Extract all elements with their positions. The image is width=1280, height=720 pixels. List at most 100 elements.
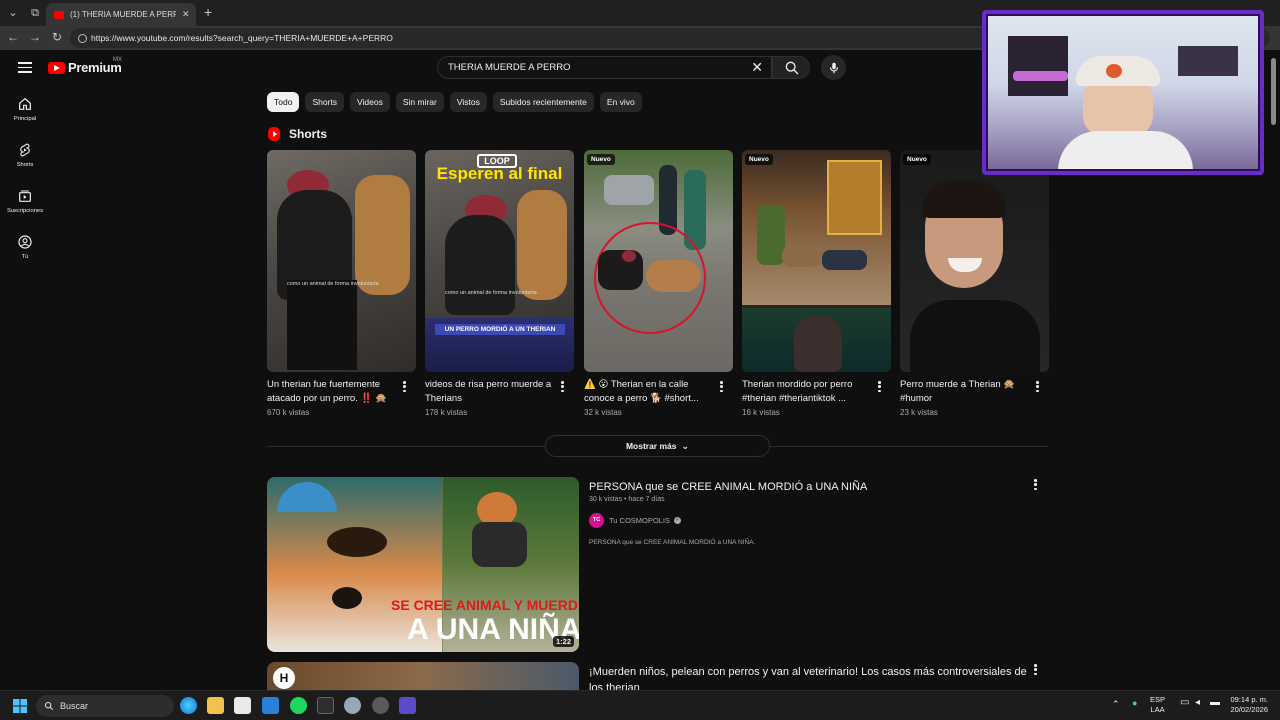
tab-title: (1) THERIA MUERDE A PERRO - YouTube (70, 10, 176, 19)
sidebar-item-shorts[interactable]: Shorts (0, 136, 50, 182)
language-code: ESP (1150, 695, 1166, 704)
short-views: 178 k vistas (425, 408, 468, 417)
more-actions-icon[interactable] (561, 381, 564, 394)
short-card[interactable]: Nuevo Perro muerde a Therian 🙊 #humor 23… (900, 150, 1049, 417)
clock[interactable]: 09:14 p. m. 20/02/2026 (1226, 695, 1268, 715)
forward-icon[interactable]: → (27, 30, 43, 44)
scrollbar[interactable] (1269, 50, 1280, 690)
outlook-icon[interactable] (262, 697, 279, 714)
spotify-icon[interactable] (290, 697, 307, 714)
chip-en-vivo[interactable]: En vivo (599, 92, 642, 112)
taskbar-search[interactable]: Buscar (36, 695, 174, 717)
webcam-overlay (982, 10, 1264, 175)
language-layout: LAA (1150, 705, 1165, 714)
battery-icon[interactable]: ▬ (1210, 698, 1220, 708)
network-icon[interactable]: ▭ (1180, 698, 1189, 708)
menu-icon[interactable] (18, 62, 32, 73)
short-title[interactable]: Perro muerde a Therian 🙊 #humor (900, 378, 1035, 405)
channel-name[interactable]: Tu COSMOPOLIS (609, 516, 670, 525)
sidebar-item-you[interactable]: Tú (0, 228, 50, 274)
chip-sin-mirar[interactable]: Sin mirar (395, 92, 444, 112)
app-icon[interactable] (372, 697, 389, 714)
shorts-logo-icon (268, 127, 280, 141)
chevron-down-icon: ⌄ (681, 440, 690, 451)
chip-vistos[interactable]: Vistos (449, 92, 487, 112)
short-card[interactable]: Nuevo ⚠️ 😮 Therian en la calle conoce a … (584, 150, 733, 417)
short-views: 23 k vistas (900, 408, 938, 417)
video-thumbnail[interactable]: SE CREE ANIMAL Y MUERDE A UNA NIÑA 1:22 (267, 477, 579, 652)
more-actions-icon[interactable] (1034, 479, 1037, 492)
reload-icon[interactable]: ↻ (49, 30, 65, 44)
channel-info[interactable]: TC Tu COSMOPOLIS ✓ (589, 513, 681, 528)
obs-icon[interactable] (399, 697, 416, 714)
search-button[interactable] (772, 56, 810, 79)
search-query: THERIA MUERDE A PERRO (448, 62, 571, 73)
store-icon[interactable] (234, 697, 251, 714)
chip-todo[interactable]: Todo (267, 92, 300, 112)
volume-icon[interactable]: ◂ (1195, 698, 1200, 708)
video-title[interactable]: ¡Muerden niños, pelean con perros y van … (589, 664, 1029, 692)
video-title[interactable]: PERSONA que se CREE ANIMAL MORDIÓ a UNA … (589, 479, 1029, 495)
more-actions-icon[interactable] (720, 381, 723, 394)
url-text: https://www.youtube.com/results?search_q… (91, 33, 393, 43)
new-badge: Nuevo (903, 154, 931, 165)
channel-logo-letter: H (273, 667, 295, 689)
chip-subidos-recientemente[interactable]: Subidos recientemente (492, 92, 594, 112)
chip-videos[interactable]: Videos (350, 92, 390, 112)
thumbnail-text-1: SE CREE ANIMAL Y MUERDE (391, 597, 579, 613)
edge-icon[interactable] (180, 697, 197, 714)
short-overlay-text: Esperen al final (436, 164, 563, 183)
settings-icon[interactable] (344, 697, 361, 714)
tab-actions-icon[interactable]: ⧉ (27, 5, 43, 21)
search-icon (44, 701, 54, 711)
short-title[interactable]: ⚠️ 😮 Therian en la calle conoce a perro … (584, 378, 719, 405)
short-card[interactable]: LOOP Esperen al final como un animal de … (425, 150, 574, 417)
clock-time: 09:14 p. m. (1230, 695, 1268, 704)
voice-search-button[interactable] (821, 55, 846, 80)
short-title[interactable]: Un therian fue fuertemente atacado por u… (267, 378, 402, 405)
video-thumbnail[interactable]: H (267, 662, 579, 690)
short-thumbnail[interactable]: Nuevo (742, 150, 891, 372)
short-title[interactable]: Therian mordido por perro #therian #ther… (742, 378, 877, 405)
new-badge: Nuevo (745, 154, 773, 165)
home-icon (19, 97, 31, 110)
more-actions-icon[interactable] (403, 381, 406, 394)
more-actions-icon[interactable] (1036, 381, 1039, 394)
tab-close-icon[interactable]: ✕ (182, 9, 190, 20)
youtube-logo[interactable]: Premium MX (48, 57, 122, 75)
chip-shorts[interactable]: Shorts (305, 92, 345, 112)
channel-avatar[interactable]: TC (589, 513, 604, 528)
show-more-button[interactable]: Mostrar más ⌄ (545, 435, 770, 457)
language-indicator[interactable]: ESP LAA (1150, 695, 1165, 715)
sidebar: Principal Shorts Suscripciones Tú (0, 90, 50, 274)
scrollbar-thumb[interactable] (1271, 58, 1276, 125)
short-thumbnail[interactable]: LOOP Esperen al final como un animal de … (425, 150, 574, 372)
short-thumbnail[interactable]: como un animal de forma involuntaria (267, 150, 416, 372)
short-thumbnail[interactable]: Nuevo (584, 150, 733, 372)
windows-start-icon[interactable] (13, 699, 27, 713)
tray-chevron-icon[interactable]: ⌃ (1112, 699, 1120, 709)
short-title[interactable]: videos de risa perro muerde a Therians (425, 378, 560, 405)
short-card[interactable]: como un animal de forma involuntaria Un … (267, 150, 416, 417)
more-actions-icon[interactable] (878, 381, 881, 394)
terminal-icon[interactable] (317, 697, 334, 714)
clear-search-icon[interactable]: ✕ (751, 59, 763, 76)
more-actions-icon[interactable] (1034, 664, 1037, 677)
tab-list-chevron-icon[interactable]: ⌄ (5, 5, 21, 21)
video-description: PERSONA que se CREE ANIMAL MORDIÓ a UNA … (589, 539, 756, 546)
video-duration: 1:22 (552, 636, 574, 647)
site-info-icon[interactable] (78, 33, 87, 43)
back-icon[interactable]: ← (5, 30, 21, 44)
taskbar: Buscar ⌃ ● ESP LAA ▭ ◂ ▬ 09:14 p. m. 20/… (0, 690, 1280, 720)
sidebar-item-home[interactable]: Principal (0, 90, 50, 136)
shorts-shelf-header: Shorts (268, 127, 327, 141)
search-input[interactable]: THERIA MUERDE A PERRO ✕ (437, 56, 772, 79)
browser-tab[interactable]: (1) THERIA MUERDE A PERRO - YouTube ✕ (46, 3, 196, 26)
file-explorer-icon[interactable] (207, 697, 224, 714)
new-tab-icon[interactable]: + (204, 4, 212, 20)
sidebar-item-subscriptions[interactable]: Suscripciones (0, 182, 50, 228)
short-thumbnail[interactable]: Nuevo (900, 150, 1049, 372)
video-meta: 30 k vistas • hace 7 días (589, 496, 665, 503)
short-card[interactable]: Nuevo Therian mordido por perro #therian… (742, 150, 891, 417)
microphone-tray-icon[interactable]: ● (1132, 698, 1137, 708)
